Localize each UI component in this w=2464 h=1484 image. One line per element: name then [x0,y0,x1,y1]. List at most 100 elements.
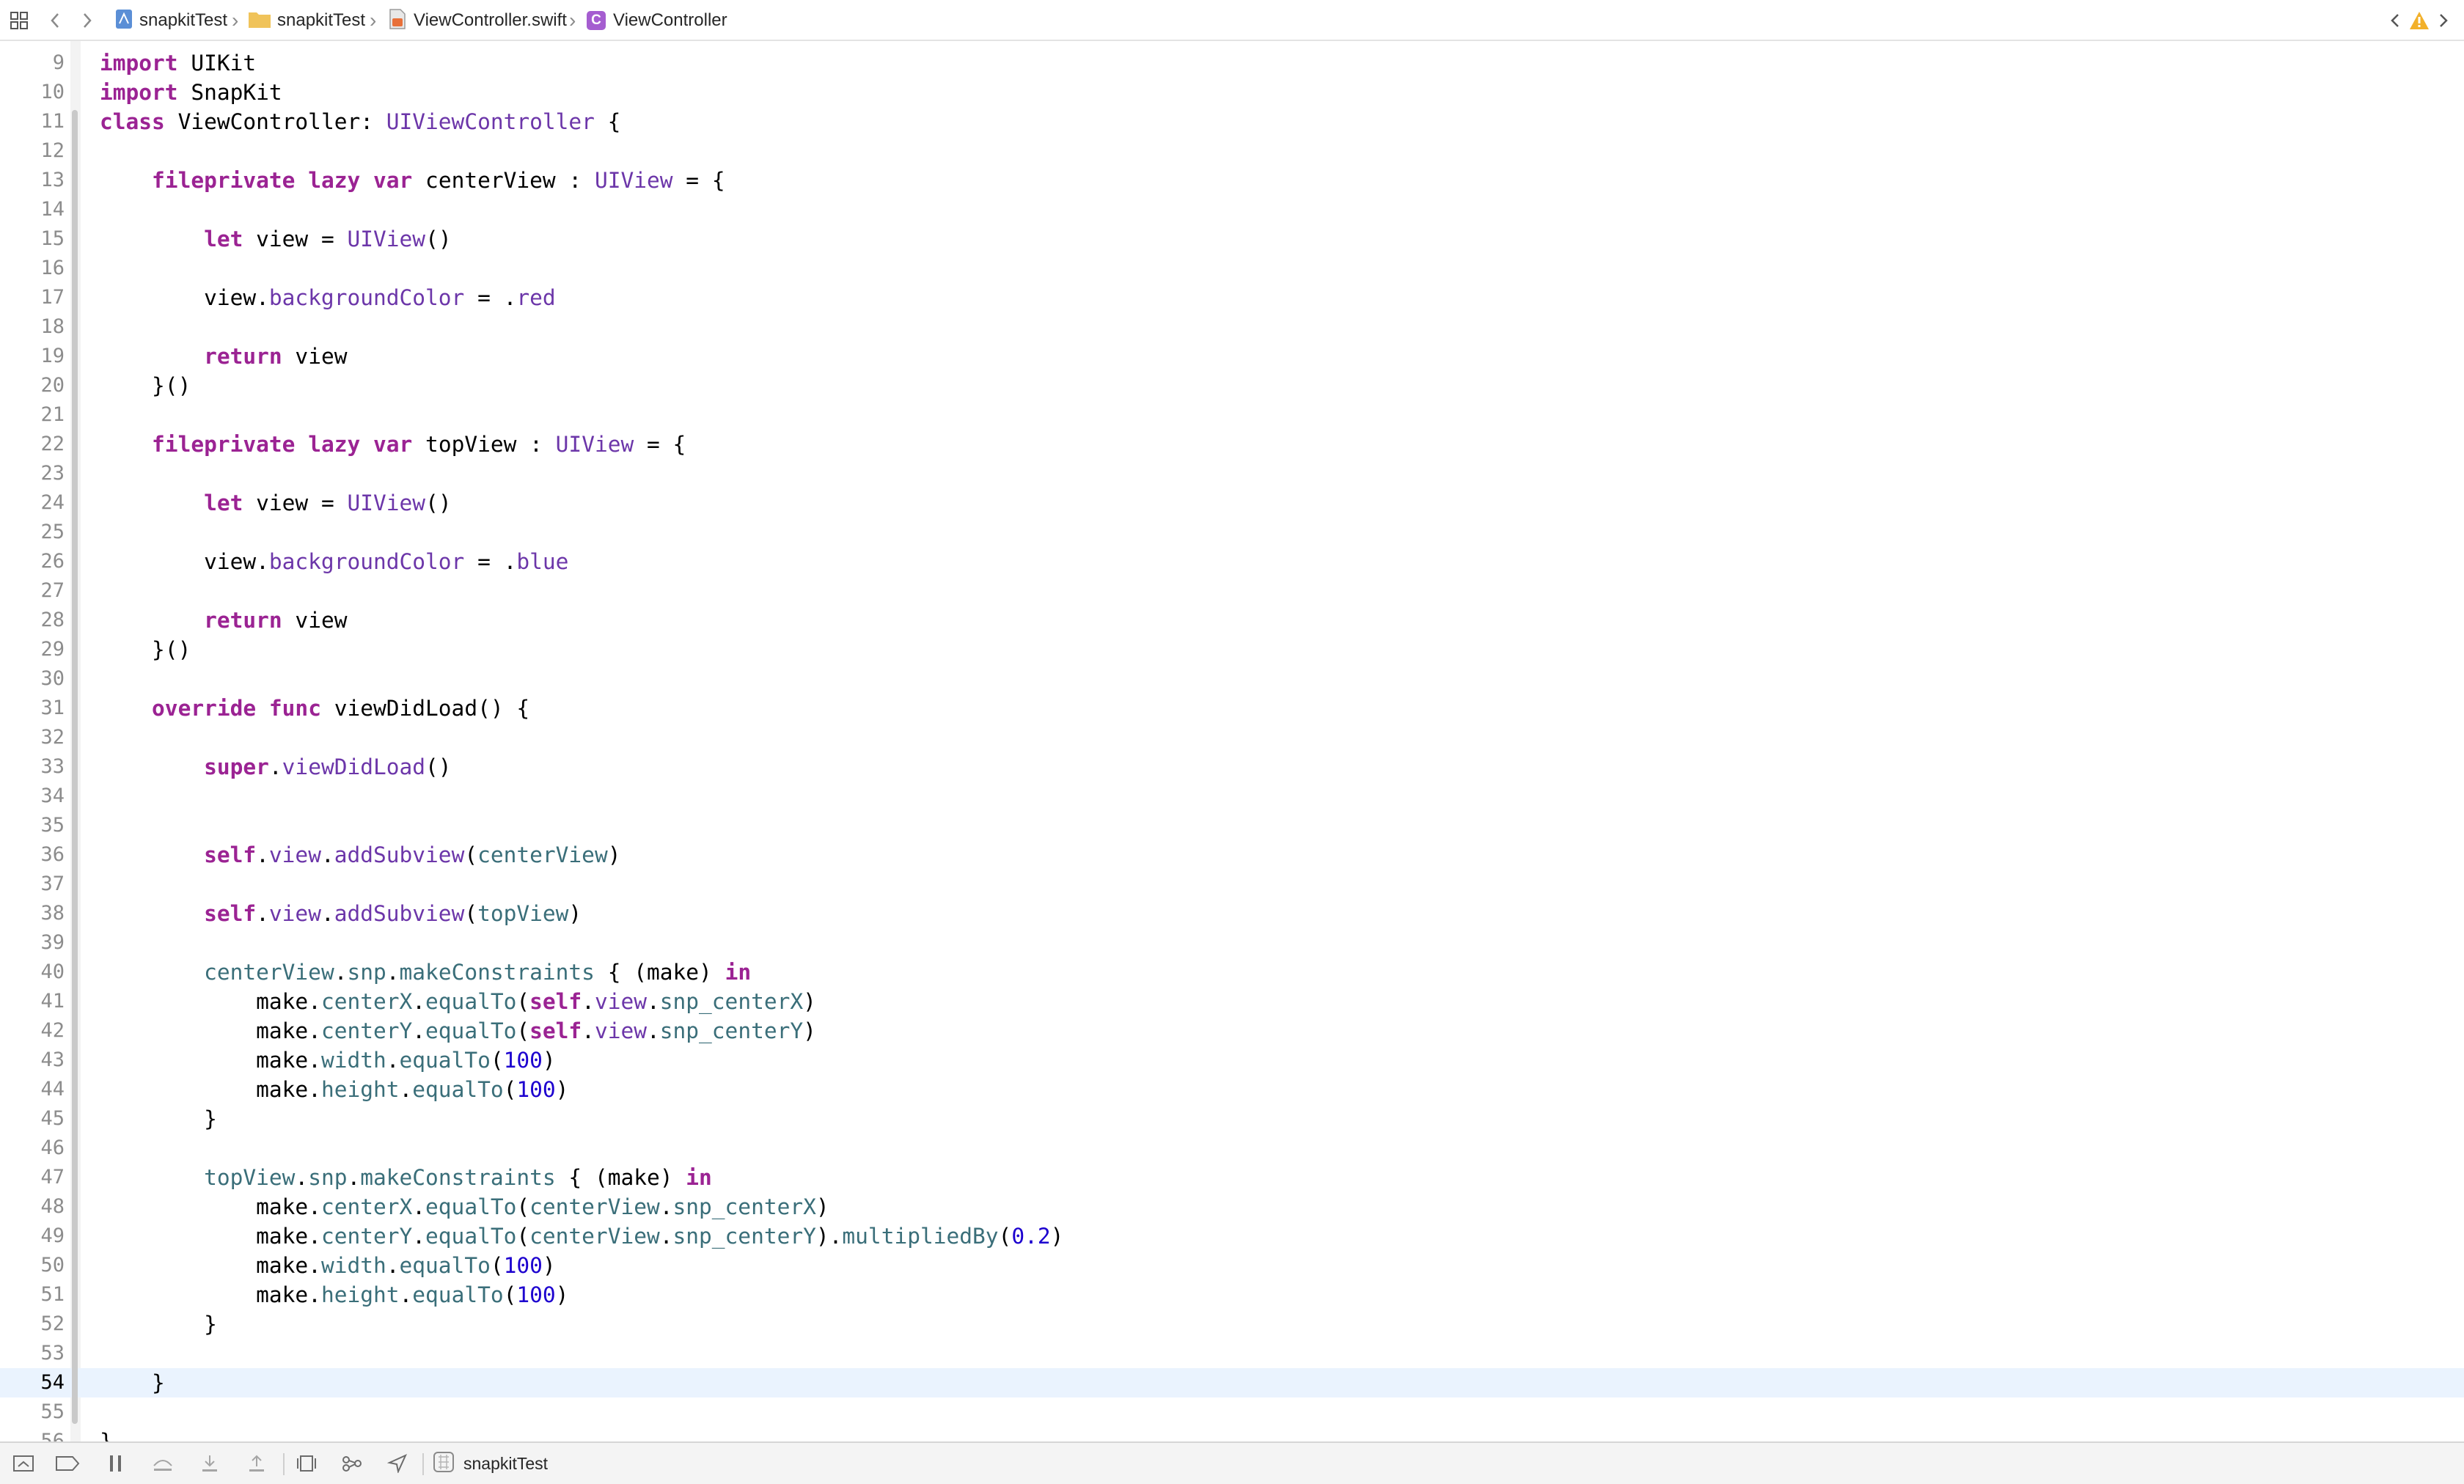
next-issue-icon[interactable] [2436,0,2451,41]
code-line[interactable]: 10 import SnapKit [0,78,2464,107]
pause-icon[interactable] [103,1443,129,1484]
code-line[interactable]: 49 make.centerY.equalTo(centerView.snp_c… [0,1222,2464,1251]
code-line[interactable]: 31 override func viewDidLoad() { [0,694,2464,723]
line-number: 28 [40,609,65,631]
code-text: topView.snp.makeConstraints { (make) in [100,1163,712,1192]
code-token: snp [308,1165,348,1190]
view-hierarchy-icon[interactable] [293,1443,320,1484]
breakpoints-toggle-icon[interactable] [54,1443,81,1484]
code-line[interactable]: 40 centerView.snp.makeConstraints { (mak… [0,958,2464,987]
code-token: ( [464,842,478,867]
code-line[interactable]: 19 return view [0,342,2464,371]
code-token: addSubview [334,901,465,926]
code-line[interactable]: 13 fileprivate lazy var centerView : UIV… [0,166,2464,195]
code-text: }() [100,371,191,400]
code-line[interactable]: 29 }() [0,635,2464,664]
code-line[interactable]: 55 [0,1397,2464,1427]
code-line[interactable]: 54 } [0,1368,2464,1397]
code-line[interactable]: 48 make.centerX.equalTo(centerView.snp_c… [0,1192,2464,1222]
code-text: make.height.equalTo(100) [100,1075,568,1104]
code-line[interactable]: 14 [0,195,2464,224]
previous-issue-icon[interactable] [2388,0,2402,41]
code-line[interactable]: 33 super.viewDidLoad() [0,752,2464,782]
code-line[interactable]: 20 }() [0,371,2464,400]
source-editor[interactable]: 9 import UIKit 10 import SnapKit 11 class Vie… [0,41,2464,1441]
code-token: . [646,989,660,1014]
code-line[interactable]: 22 fileprivate lazy var topView : UIView… [0,430,2464,459]
code-line[interactable]: 46 [0,1134,2464,1163]
code-token: . [256,901,269,926]
code-line[interactable]: 32 [0,723,2464,752]
code-text: make.centerX.equalTo(self.view.snp_cente… [100,987,816,1016]
code-line[interactable]: 27 [0,576,2464,606]
code-line[interactable]: 42 make.centerY.equalTo(self.view.snp_ce… [0,1016,2464,1046]
code-line[interactable]: 15 let view = UIView() [0,224,2464,254]
code-line[interactable]: 23 [0,459,2464,488]
code-line[interactable]: 16 [0,254,2464,283]
code-line[interactable]: 56} [0,1427,2464,1441]
code-line[interactable]: 43 make.width.equalTo(100) [0,1046,2464,1075]
line-number: 34 [40,785,65,807]
code-line[interactable]: 41 make.centerX.equalTo(self.view.snp_ce… [0,987,2464,1016]
breadcrumb-file[interactable]: ViewController.swift [389,0,567,41]
code-token: equalTo [425,1018,517,1043]
code-token: make. [100,1282,321,1307]
hide-debug-area-icon[interactable] [10,1443,37,1484]
fold-indicator[interactable] [72,960,78,1131]
code-line[interactable]: 11 class ViewController: UIViewController… [0,107,2464,136]
breadcrumb-project[interactable]: snapkitTest [114,0,227,41]
code-line[interactable]: 25 [0,518,2464,547]
code-line[interactable]: 36 self.view.addSubview(centerView) [0,840,2464,870]
code-line[interactable]: 51 make.height.equalTo(100) [0,1280,2464,1309]
code-line[interactable]: 39 [0,928,2464,958]
simulate-location-icon[interactable] [384,1443,411,1484]
code-line[interactable]: 45 } [0,1104,2464,1134]
fold-indicator[interactable] [72,1166,78,1307]
code-line[interactable]: 9 import UIKit [0,48,2464,78]
code-token: . [268,754,282,779]
code-line[interactable]: 12 [0,136,2464,166]
code-line[interactable]: 53 [0,1339,2464,1368]
code-token: centerView [204,960,334,985]
related-items-grid-icon[interactable] [9,0,29,41]
code-line[interactable]: 18 [0,312,2464,342]
code-line[interactable]: 47 topView.snp.makeConstraints { (make) … [0,1163,2464,1192]
code-token: centerY [320,1224,413,1249]
code-line[interactable]: 26 view.backgroundColor = .blue [0,547,2464,576]
code-token: equalTo [399,1253,491,1278]
step-into-icon[interactable] [197,1443,223,1484]
code-token: view [594,1018,647,1043]
code-token: = { [672,168,725,193]
code-token: snp_centerY [672,1224,816,1249]
back-arrow-icon[interactable] [47,0,63,41]
code-line[interactable]: 17 view.backgroundColor = .red [0,283,2464,312]
code-line[interactable]: 52 } [0,1309,2464,1339]
code-text: make.width.equalTo(100) [100,1251,556,1280]
jump-bar: snapkitTest › snapkitTest › ViewControll… [0,0,2464,41]
step-out-icon[interactable] [243,1443,270,1484]
code-line[interactable]: 24 let view = UIView() [0,488,2464,518]
warning-icon[interactable] [2408,0,2430,41]
code-text: return view [100,606,347,635]
code-text: view.backgroundColor = .red [100,283,556,312]
breadcrumb-folder[interactable]: snapkitTest [248,0,365,41]
code-line[interactable]: 28 return view [0,606,2464,635]
memory-graph-icon[interactable] [339,1443,365,1484]
code-token: ) [607,842,621,867]
step-over-icon[interactable] [150,1443,176,1484]
forward-arrow-icon[interactable] [79,0,95,41]
code-line[interactable]: 30 [0,664,2464,694]
code-line[interactable]: 34 [0,782,2464,811]
code-line[interactable]: 50 make.width.equalTo(100) [0,1251,2464,1280]
code-line[interactable]: 37 [0,870,2464,899]
code-line[interactable]: 21 [0,400,2464,430]
code-token: ) [803,989,816,1014]
code-line[interactable]: 35 [0,811,2464,840]
swift-file-icon [389,8,406,34]
code-line[interactable]: 38 self.view.addSubview(topView) [0,899,2464,928]
scheme-target[interactable]: snapkitTest [433,1443,548,1484]
breadcrumb-class[interactable]: C ViewController [587,0,727,41]
code-line[interactable]: 44 make.height.equalTo(100) [0,1075,2464,1104]
code-token: multipliedBy [842,1224,999,1249]
code-token: . [412,1194,426,1219]
